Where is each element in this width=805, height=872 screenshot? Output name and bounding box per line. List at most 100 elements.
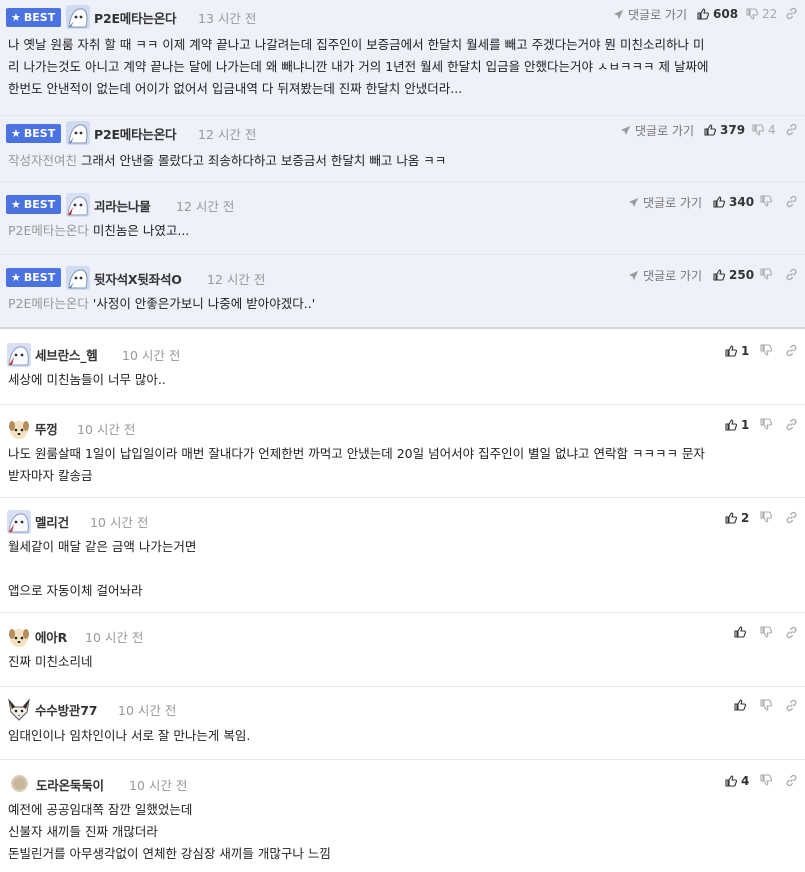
share-link-button[interactable] [785,268,798,281]
avatar[interactable] [7,698,31,722]
thumbs-down-icon [760,774,772,786]
comment-time: 10 시간 전 [118,703,177,718]
avatar[interactable] [7,417,31,441]
mention-tag[interactable]: P2E메타는온다 [8,296,89,311]
upvote-button[interactable]: 250 [713,268,754,282]
downvote-button[interactable] [760,344,772,356]
comment-text-line: 월세같이 매달 같은 금액 나가는거면 [8,539,197,554]
upvote-button[interactable] [734,699,746,711]
comment-time: 13 시간 전 [198,11,257,26]
comment-text-line: 진짜 미친소리네 [8,654,93,669]
comment-text-line: 신불자 새끼들 진짜 개많더라 [8,824,158,839]
comment-item: 에아R 10 시간 전 진짜 미친소리네 [0,613,805,687]
upvote-count: 4 [741,774,750,788]
author-nickname[interactable]: 뒷자석X뒷좌석O [94,269,182,288]
comment-text-line: 예전에 공공임대쪽 잠깐 일했었는데 [8,802,193,817]
downvote-button[interactable]: 4 [752,123,776,137]
mention-tag[interactable]: P2E메타는온다 [8,223,89,238]
author-nickname[interactable]: 멜리건 [35,512,69,531]
upvote-button[interactable]: 379 [704,123,745,137]
upvote-button[interactable]: 340 [713,195,754,209]
thumbs-up-icon [725,512,737,524]
author-nickname[interactable]: 괴라는나물 [94,196,151,215]
share-link-button[interactable] [785,195,798,208]
downvote-button[interactable] [760,511,772,523]
link-icon [786,511,797,524]
upvote-button[interactable]: 1 [725,344,749,358]
author-nickname[interactable]: 도라온둑둑이 [36,775,104,794]
comment-time: 10 시간 전 [122,348,181,363]
link-icon [786,195,797,208]
avatar[interactable] [66,266,90,290]
downvote-button[interactable] [760,626,772,638]
share-link-button[interactable] [785,418,798,431]
best-badge: ★ BEST [6,8,62,27]
thumbs-up-icon [713,269,725,281]
thumbs-up-icon [697,8,709,20]
downvote-button[interactable] [760,195,772,207]
downvote-button[interactable]: 22 [746,7,777,21]
best-badge: ★ BEST [6,268,62,287]
author-nickname[interactable]: P2E메타는온다 [94,8,177,27]
thumbs-up-icon [704,124,716,136]
comment-item: ★ BEST P2E메타는온다 13 시간 전 댓글로 가기 608 22 나 옛… [0,0,805,116]
author-nickname[interactable]: P2E메타는온다 [94,124,177,143]
downvote-button[interactable] [760,418,772,430]
share-link-button[interactable] [785,626,798,639]
avatar[interactable] [66,193,90,217]
share-link-button[interactable] [785,511,798,524]
comment-time: 10 시간 전 [85,630,144,645]
author-nickname[interactable]: 에아R [35,627,67,646]
go-to-reply-link[interactable]: 댓글로 가기 [628,267,702,284]
go-to-reply-link[interactable]: 댓글로 가기 [620,122,694,139]
avatar[interactable] [66,5,90,29]
paper-plane-icon [628,197,639,208]
comment-text-line: P2E메타는온다 '사정이 안좋은가보니 나중에 받아야겠다..' [8,296,316,311]
comment-item: 세브란스_헴 10 시간 전 1 세상에 미친놈들이 너무 많아.. [0,331,805,405]
avatar[interactable] [11,775,28,792]
comment-item: 도라온둑둑이 10 시간 전 4 예전에 공공임대쪽 잠깐 일했었는데 신불자 … [0,760,805,870]
share-link-button[interactable] [785,344,798,357]
share-link-button[interactable] [785,7,798,20]
thumbs-up-icon [713,196,725,208]
share-link-button[interactable] [785,774,798,787]
upvote-count: 379 [720,123,746,137]
downvote-button[interactable] [760,774,772,786]
avatar[interactable] [7,510,31,534]
author-nickname[interactable]: 수수방관77 [35,700,97,719]
upvote-button[interactable]: 2 [725,511,749,525]
thumbs-up-icon [734,699,746,711]
paper-plane-icon [613,9,624,20]
avatar[interactable] [7,343,31,367]
comment-time: 12 시간 전 [198,127,257,142]
upvote-button[interactable] [734,626,746,638]
author-nickname[interactable]: 세브란스_헴 [35,345,98,364]
upvote-button[interactable]: 608 [697,7,738,21]
comment-time: 10 시간 전 [77,422,136,437]
comment-text-line [8,558,797,580]
link-icon [786,774,797,787]
comment-text-line: 돈빌린거를 아무생각없이 연체한 강심장 새끼들 개많구나 느낌 [8,846,331,861]
share-link-button[interactable] [785,123,798,136]
downvote-count: 22 [762,7,778,21]
downvote-button[interactable] [760,268,772,280]
go-to-reply-link[interactable]: 댓글로 가기 [628,194,702,211]
link-icon [786,7,797,20]
share-link-button[interactable] [785,699,798,712]
comment-item: 멜리건 10 시간 전 2 월세같이 매달 같은 금액 나가는거면 앱으로 자동… [0,498,805,613]
upvote-count: 1 [741,344,750,358]
upvote-button[interactable]: 1 [725,418,749,432]
link-icon [786,344,797,357]
thumbs-down-icon [752,124,764,136]
upvote-button[interactable]: 4 [725,774,749,788]
downvote-button[interactable] [760,699,772,711]
link-icon [786,123,797,136]
go-to-reply-link[interactable]: 댓글로 가기 [613,6,687,23]
mention-tag[interactable]: 작성자전여친 [8,153,77,168]
comment-time: 12 시간 전 [176,199,235,214]
author-nickname[interactable]: 뚜껑 [35,419,58,438]
avatar[interactable] [66,121,90,145]
thumbs-up-icon [725,419,737,431]
avatar[interactable] [7,625,31,649]
thumbs-down-icon [760,626,772,638]
